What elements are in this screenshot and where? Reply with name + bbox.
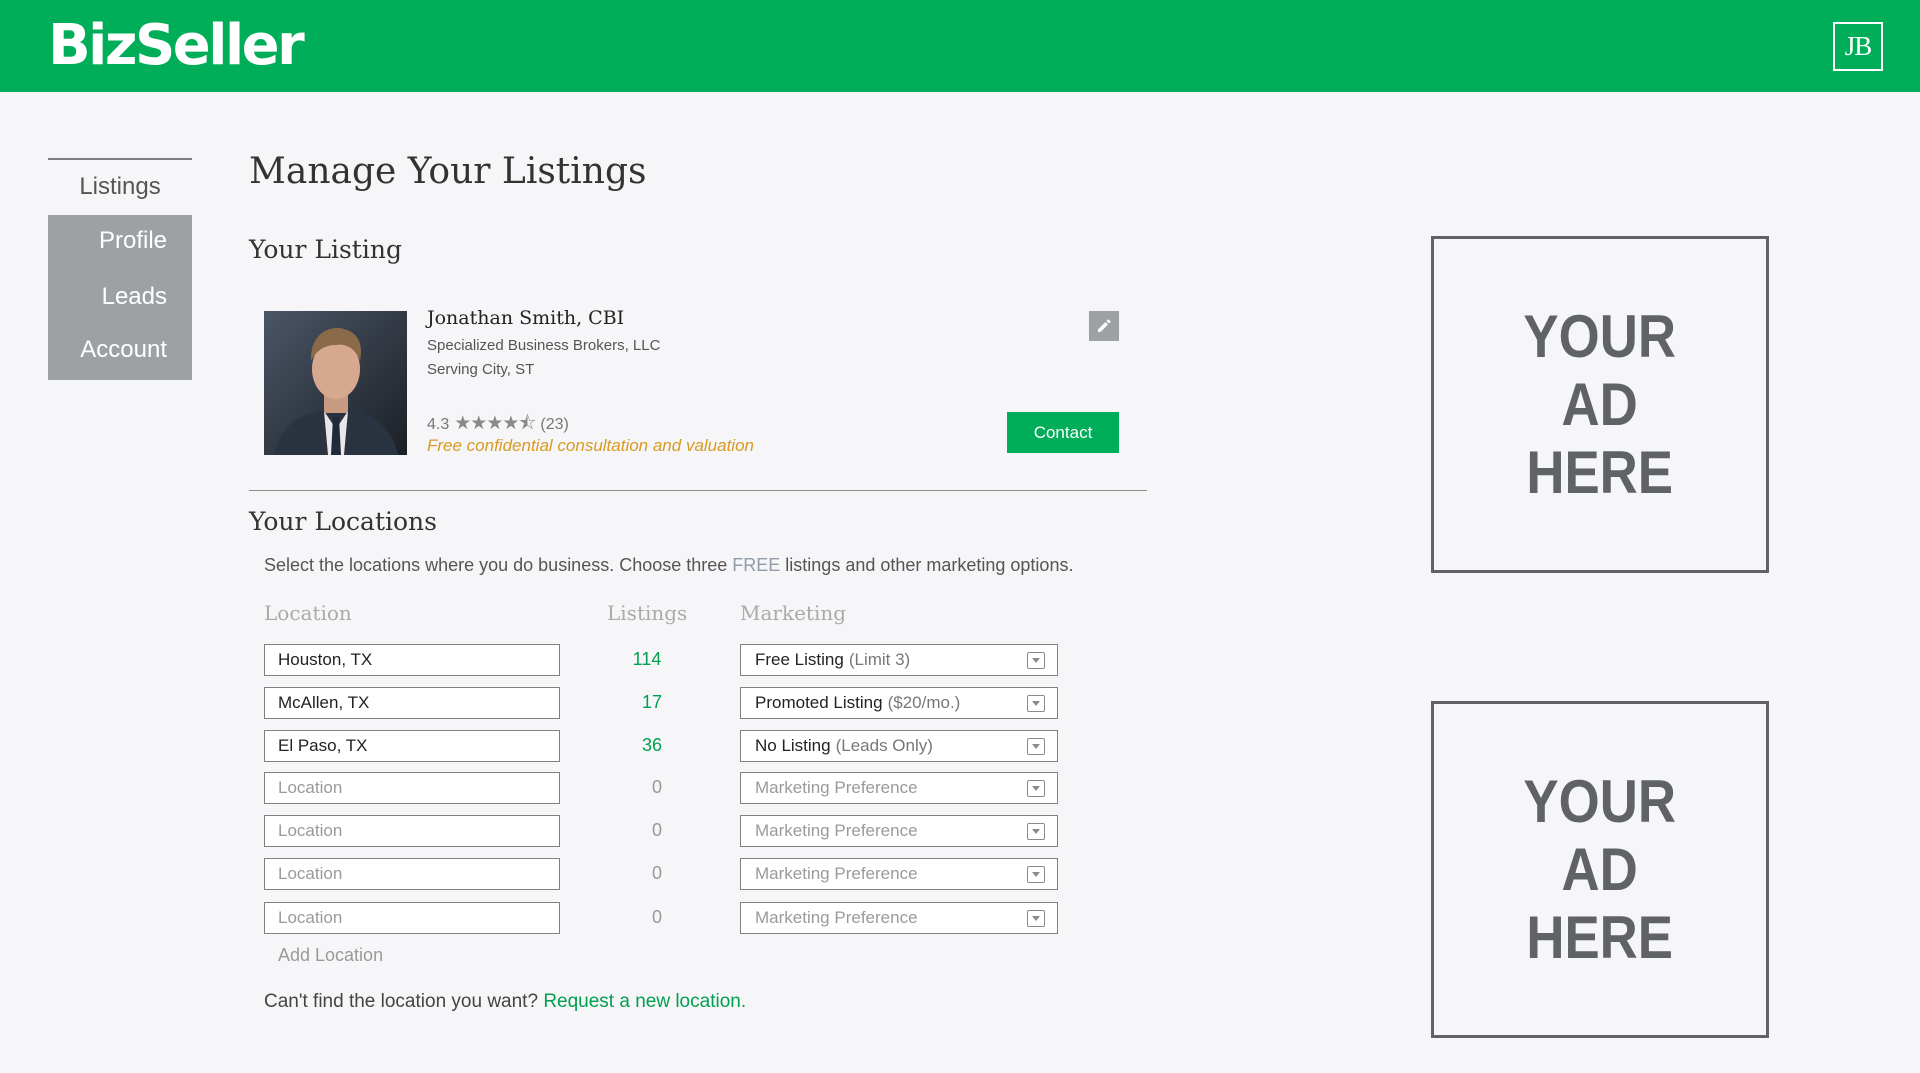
chevron-down-icon [1027,738,1045,755]
review-count: (23) [540,416,569,433]
pencil-icon [1098,319,1111,332]
chevron-down-icon [1027,780,1045,797]
marketing-column-header: Marketing [740,601,847,625]
listing-count: 0 [651,907,662,927]
listing-serving-area: Serving City, ST [427,361,535,378]
location-input[interactable] [264,730,560,762]
listings-column-header: Listings [607,601,688,625]
listing-count: 114 [632,649,662,669]
chevron-down-icon [1027,652,1045,669]
contact-button[interactable]: Contact [1007,412,1119,453]
location-input[interactable] [264,644,560,676]
marketing-select[interactable]: Promoted Listing ($20/mo.) [740,687,1058,719]
sidebar-item-profile[interactable]: Profile [48,217,192,265]
location-input[interactable] [264,815,560,847]
marketing-select[interactable]: Marketing Preference [740,858,1058,890]
desc-free-text: FREE [732,555,781,575]
marketing-select[interactable]: Marketing Preference [740,815,1058,847]
sidebar-item-leads[interactable]: Leads [48,273,192,321]
chevron-down-icon [1027,695,1045,712]
listing-count: 17 [641,692,663,712]
listing-count: 0 [651,820,662,840]
location-input[interactable] [264,772,560,804]
location-input[interactable] [264,858,560,890]
listing-promo-text: Free confidential consultation and valua… [427,436,754,455]
request-location-text: Can't find the location you want? Reques… [264,991,746,1013]
section-divider [249,490,1147,491]
ad-line: YOUR [1523,767,1677,835]
locations-description: Select the locations where you do busine… [264,555,1073,576]
marketing-select[interactable]: Marketing Preference [740,772,1058,804]
marketing-option: No Listing [755,736,831,755]
chevron-down-icon [1027,866,1045,883]
listing-count: 0 [651,863,662,883]
cant-find-text: Can't find the location you want? [264,991,544,1012]
marketing-option-detail: (Limit 3) [848,650,911,669]
ad-text: YOUR AD HERE [1524,303,1677,507]
listing-company: Specialized Business Brokers, LLC [427,337,661,354]
listing-count: 36 [641,735,663,755]
rating-value: 4.3 [427,416,450,433]
listing-count: 0 [651,777,662,797]
marketing-select[interactable]: Marketing Preference [740,902,1058,934]
desc-text: Select the locations where you do busine… [264,555,733,575]
chevron-down-icon [1027,910,1045,927]
ad-line: YOUR [1523,302,1677,370]
location-column-header: Location [264,601,352,625]
request-location-link[interactable]: Request a new location [543,991,741,1012]
marketing-placeholder: Marketing Preference [755,908,918,927]
location-input[interactable] [264,902,560,934]
user-avatar[interactable]: JB [1833,22,1883,71]
ad-line: HERE [1526,903,1674,971]
bizseller-logo[interactable]: BizSeller [48,14,305,78]
ad-line: AD [1561,370,1639,438]
sidebar-item-listings[interactable]: Listings [48,163,192,211]
ad-text: YOUR AD HERE [1524,768,1677,972]
chevron-down-icon [1027,823,1045,840]
ad-line: HERE [1526,438,1674,506]
page-title: Manage Your Listings [249,151,647,192]
top-header: BizSeller JB [0,0,1920,92]
request-period: . [740,991,747,1012]
marketing-placeholder: Marketing Preference [755,778,918,797]
marketing-select[interactable]: Free Listing (Limit 3) [740,644,1058,676]
your-locations-heading: Your Locations [249,507,437,536]
add-location-link[interactable]: Add Location [278,945,383,966]
ad-placeholder[interactable]: YOUR AD HERE [1431,236,1769,573]
location-input[interactable] [264,687,560,719]
ad-placeholder[interactable]: YOUR AD HERE [1431,701,1769,1038]
marketing-option: Free Listing [755,650,844,669]
ad-line: AD [1561,835,1639,903]
marketing-placeholder: Marketing Preference [755,864,918,883]
marketing-option-detail: ($20/mo.) [887,693,961,712]
marketing-option: Promoted Listing [755,693,883,712]
marketing-select[interactable]: No Listing (Leads Only) [740,730,1058,762]
profile-photo [264,311,407,455]
marketing-placeholder: Marketing Preference [755,821,918,840]
listing-name: Jonathan Smith, CBI [427,307,625,329]
sidebar-item-account[interactable]: Account [48,326,192,374]
your-listing-heading: Your Listing [249,235,402,264]
desc-text-end: listings and other marketing options. [780,555,1074,575]
marketing-option-detail: (Leads Only) [835,736,933,755]
edit-listing-button[interactable] [1089,311,1119,341]
sidebar-divider [48,158,192,160]
